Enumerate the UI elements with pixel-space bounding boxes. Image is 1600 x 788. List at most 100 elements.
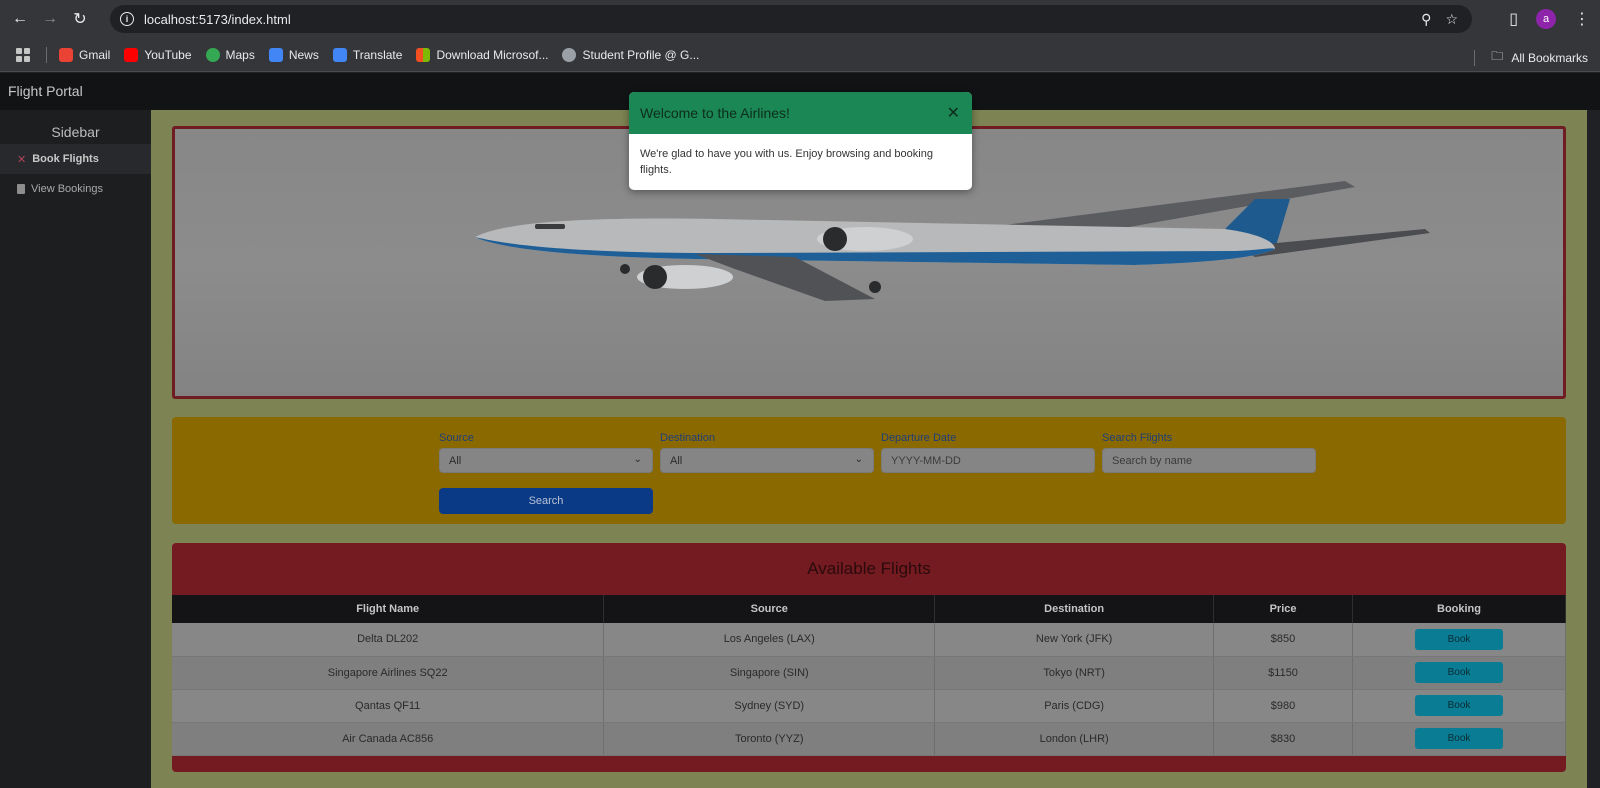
- flight-filters: Source All ⌄ Destination All ⌄ Departure…: [172, 417, 1566, 524]
- sidebar-item-label: Book Flights: [32, 153, 99, 165]
- chevron-down-icon: ⌄: [854, 454, 863, 465]
- bookmark-youtube[interactable]: YouTube: [124, 47, 192, 62]
- departure-date-input[interactable]: YYYY-MM-DD: [881, 448, 1095, 473]
- book-button[interactable]: Book: [1415, 628, 1503, 650]
- browser-toolbar: ← → ↻ i localhost:5173/index.html ⚲ ☆ ▯ …: [0, 0, 1600, 38]
- booking-cell: Book: [1352, 722, 1566, 756]
- flight-name-cell: Air Canada AC856: [172, 722, 605, 756]
- destination-cell: New York (JFK): [934, 623, 1215, 657]
- gmail-icon: [59, 47, 73, 62]
- back-icon[interactable]: ←: [10, 9, 30, 29]
- flight-name-cell: Qantas QF11: [172, 689, 605, 723]
- toast-header: Welcome to the Airlines! ✕: [629, 92, 972, 134]
- apps-icon[interactable]: [16, 47, 30, 62]
- source-cell: Singapore (SIN): [603, 656, 936, 690]
- toast-body: We're glad to have you with us. Enjoy br…: [640, 148, 933, 176]
- book-button[interactable]: Book: [1415, 662, 1503, 683]
- source-cell: Sydney (SYD): [603, 689, 936, 723]
- price-cell: $830: [1213, 722, 1354, 756]
- column-header: Destination: [934, 595, 1215, 623]
- bookmark-news[interactable]: News: [268, 47, 319, 62]
- sidebar-item-view-bookings[interactable]: View Bookings: [0, 174, 151, 204]
- departure-date-label: Departure Date: [881, 432, 957, 444]
- url-text[interactable]: localhost:5173/index.html: [144, 12, 291, 27]
- flight-name-cell: Singapore Airlines SQ22: [172, 656, 605, 690]
- youtube-icon: [124, 47, 139, 62]
- sidebar-item-label: View Bookings: [31, 183, 103, 195]
- search-input[interactable]: Search by name: [1102, 448, 1316, 473]
- source-cell: Los Angeles (LAX): [603, 623, 936, 657]
- bookmark-microsoft[interactable]: Download Microsof...: [416, 47, 548, 62]
- column-header: Price: [1213, 595, 1354, 623]
- column-header: Flight Name: [172, 595, 605, 623]
- price-cell: $1150: [1213, 656, 1354, 690]
- sidebar-item-book-flights[interactable]: ✕ Book Flights: [0, 144, 151, 174]
- destination-cell: Paris (CDG): [934, 689, 1215, 723]
- plane-icon: ✕: [17, 153, 27, 166]
- destination-filter: Destination All ⌄: [660, 432, 874, 473]
- destination-select[interactable]: All ⌄: [660, 448, 874, 473]
- globe-icon: [562, 47, 577, 62]
- available-flights-card: Available Flights Flight Name Source Des…: [172, 543, 1566, 772]
- column-header: Source: [603, 595, 936, 623]
- source-select[interactable]: All ⌄: [439, 448, 653, 473]
- book-button[interactable]: Book: [1415, 695, 1503, 716]
- bookmarks-separator: [46, 46, 47, 63]
- table-row: Air Canada AC856 Toronto (YYZ) London (L…: [172, 722, 1566, 756]
- booking-cell: Book: [1352, 656, 1566, 690]
- table-header-row: Flight Name Source Destination Price Boo…: [172, 595, 1566, 623]
- column-header: Booking: [1352, 595, 1566, 623]
- sidebar: Sidebar ✕ Book Flights View Bookings: [0, 110, 151, 788]
- bookmark-student-profile[interactable]: Student Profile @ G...: [562, 47, 699, 62]
- toast-title: Welcome to the Airlines!: [640, 105, 790, 121]
- flight-name-cell: Delta DL202: [172, 623, 605, 657]
- profile-avatar[interactable]: a: [1536, 9, 1556, 29]
- date-filter: Departure Date YYYY-MM-DD: [881, 432, 1095, 473]
- menu-icon[interactable]: ⋮: [1574, 9, 1590, 29]
- source-label: Source: [439, 432, 474, 444]
- forward-icon[interactable]: →: [40, 9, 60, 29]
- sidebar-title: Sidebar: [51, 124, 100, 140]
- app-brand[interactable]: Flight Portal: [8, 83, 83, 99]
- bookmark-translate[interactable]: Translate: [332, 47, 402, 62]
- bookmarks-bar: Gmail YouTube Maps News Translate Downlo…: [0, 38, 1600, 72]
- price-cell: $980: [1213, 689, 1354, 723]
- chevron-down-icon: ⌄: [633, 454, 642, 465]
- price-cell: $850: [1213, 623, 1354, 657]
- source-filter: Source All ⌄: [439, 432, 653, 473]
- microsoft-icon: [416, 47, 431, 62]
- folder-icon: 🗀: [1491, 49, 1504, 63]
- bookmark-maps[interactable]: Maps: [205, 47, 255, 62]
- welcome-toast: Welcome to the Airlines! ✕ We're glad to…: [629, 92, 972, 190]
- table-row: Qantas QF11 Sydney (SYD) Paris (CDG) $98…: [172, 689, 1566, 723]
- booking-cell: Book: [1352, 623, 1566, 657]
- address-bar[interactable]: i localhost:5173/index.html ⚲ ☆: [110, 5, 1472, 33]
- flights-table: Flight Name Source Destination Price Boo…: [172, 595, 1566, 756]
- flights-title: Available Flights: [807, 559, 931, 578]
- zoom-icon[interactable]: ⚲: [1421, 11, 1431, 28]
- search-button[interactable]: Search: [439, 488, 653, 514]
- book-button[interactable]: Book: [1415, 728, 1503, 749]
- site-info-icon[interactable]: i: [120, 12, 134, 26]
- all-bookmarks[interactable]: 🗀 All Bookmarks: [1474, 47, 1588, 68]
- news-icon: [268, 47, 283, 62]
- bookmark-star-icon[interactable]: ☆: [1445, 11, 1458, 28]
- destination-cell: London (LHR): [934, 722, 1215, 756]
- translate-icon: [332, 47, 347, 62]
- bookmarks-separator: [1474, 49, 1476, 66]
- close-icon[interactable]: ✕: [947, 103, 960, 123]
- extensions-icon[interactable]: ▯: [1509, 9, 1518, 29]
- table-row: Singapore Airlines SQ22 Singapore (SIN) …: [172, 656, 1566, 690]
- destination-cell: Tokyo (NRT): [934, 656, 1215, 690]
- bookmark-gmail[interactable]: Gmail: [59, 47, 110, 62]
- destination-label: Destination: [660, 432, 716, 444]
- table-row: Delta DL202 Los Angeles (LAX) New York (…: [172, 623, 1566, 657]
- name-search-filter: Search Flights Search by name: [1102, 432, 1316, 473]
- search-flights-label: Search Flights: [1102, 432, 1173, 444]
- maps-icon: [205, 47, 220, 62]
- source-cell: Toronto (YYZ): [603, 722, 936, 756]
- main-content: Source All ⌄ Destination All ⌄ Departure…: [151, 110, 1587, 788]
- document-icon: [17, 184, 25, 194]
- reload-icon[interactable]: ↻: [70, 9, 90, 29]
- booking-cell: Book: [1352, 689, 1566, 723]
